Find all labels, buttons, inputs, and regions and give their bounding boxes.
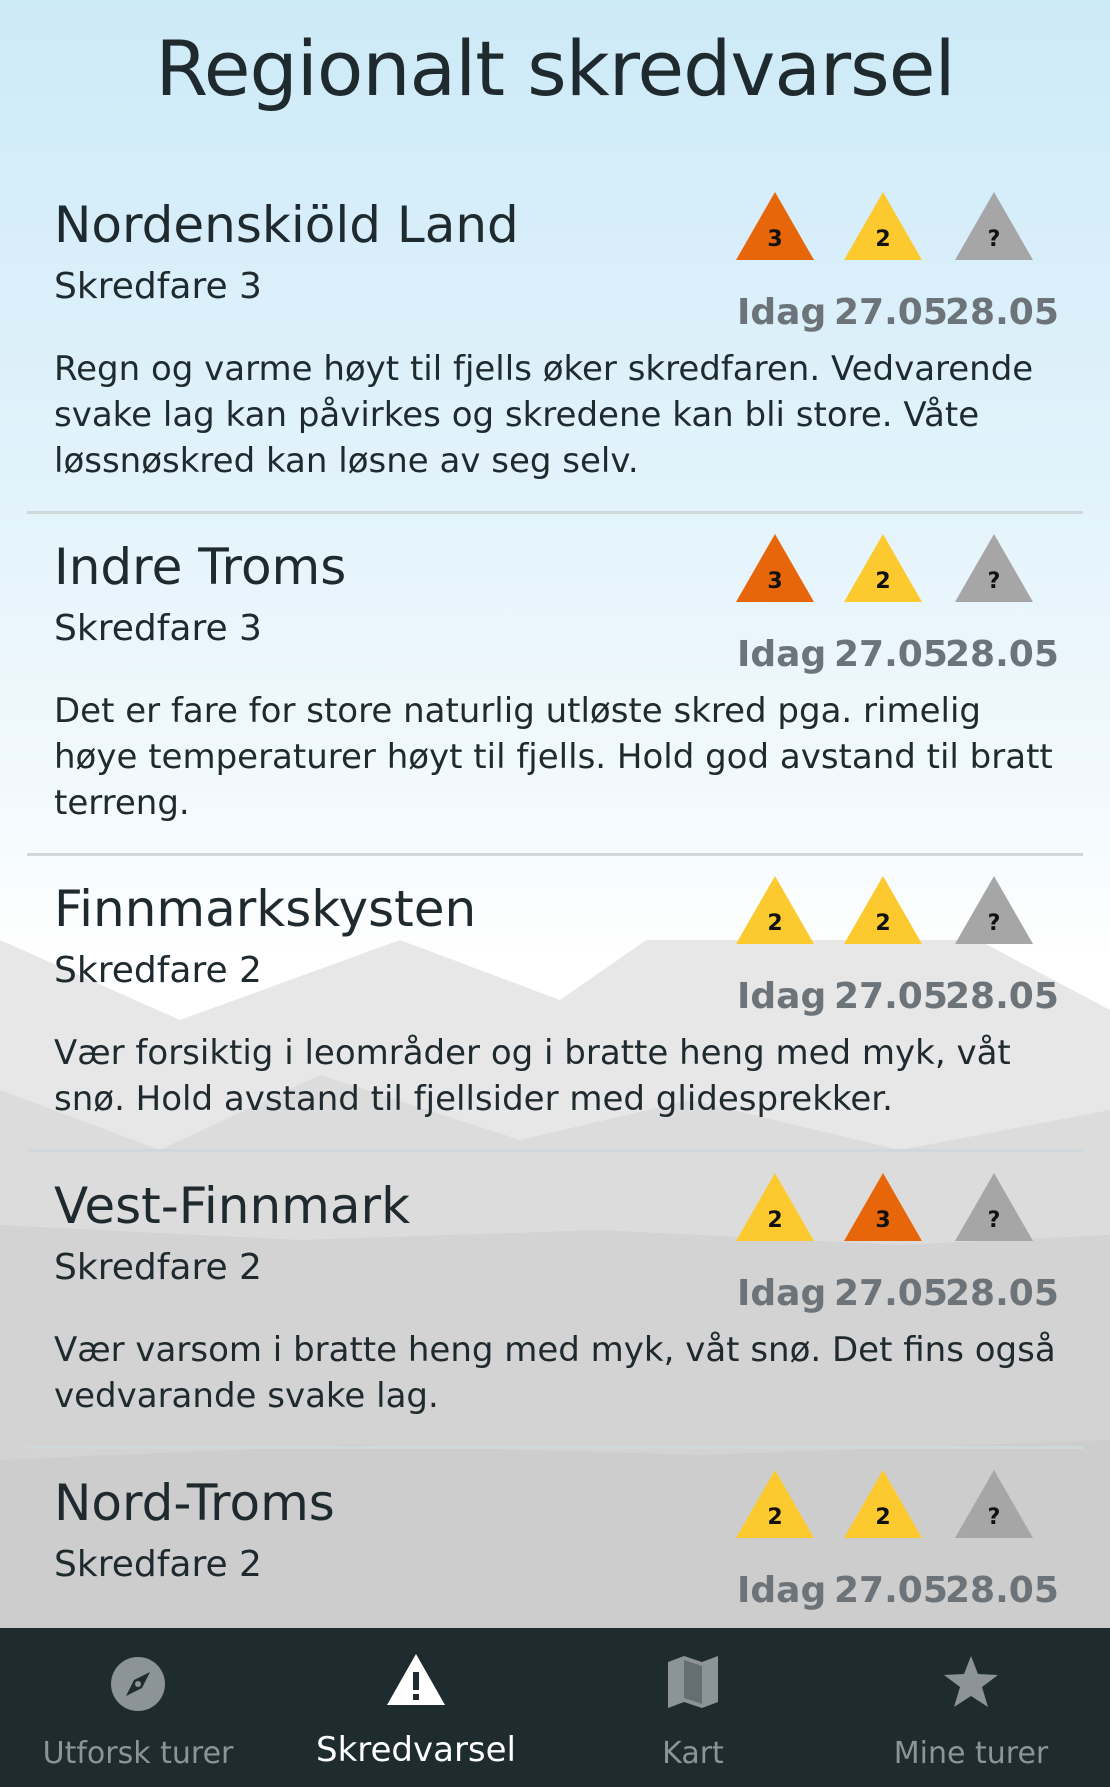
svg-text:?: ? bbox=[988, 227, 1001, 252]
nav-label: Utforsk turer bbox=[42, 1736, 234, 1771]
forecast-list[interactable]: Regionalt skredvarsel Nordenskiöld Land … bbox=[0, 0, 1110, 1628]
region-card[interactable]: Indre Troms Skredfare 3 3 2 ? Idag 27.05… bbox=[27, 534, 1083, 856]
divider bbox=[27, 853, 1083, 856]
day-label: 27.05 bbox=[834, 1273, 948, 1314]
warning-icon bbox=[281, 1650, 551, 1720]
danger-unknown-icon: ? bbox=[953, 190, 1035, 262]
danger-unknown-icon: ? bbox=[953, 1468, 1035, 1540]
nav-item-mine-turer[interactable]: Mine turer bbox=[836, 1628, 1106, 1787]
day-label-today: Idag bbox=[737, 1273, 827, 1314]
day-label-today: Idag bbox=[737, 1570, 827, 1611]
forecast-description: Vær forsiktig i leområder og i bratte he… bbox=[54, 1033, 1011, 1119]
nav-item-skredvarsel[interactable]: Skredvarsel bbox=[281, 1628, 551, 1787]
danger-level-2-icon: 2 bbox=[842, 532, 924, 604]
region-name: Nordenskiöld Land bbox=[54, 196, 519, 254]
day-label: 27.05 bbox=[834, 1570, 948, 1611]
bottom-navigation: Utforsk turer Skredvarsel Kart Mine ture… bbox=[0, 1628, 1110, 1787]
day-label: 28.05 bbox=[945, 634, 1059, 675]
day-label: 27.05 bbox=[834, 292, 948, 333]
svg-text:3: 3 bbox=[875, 1208, 890, 1233]
day-label: 27.05 bbox=[834, 976, 948, 1017]
svg-text:3: 3 bbox=[767, 227, 782, 252]
region-card[interactable]: Finnmarkskysten Skredfare 2 2 2 ? Idag 2… bbox=[27, 876, 1083, 1152]
danger-level-2-icon: 2 bbox=[734, 1468, 816, 1540]
danger-unknown-icon: ? bbox=[953, 532, 1035, 604]
day-label: 28.05 bbox=[945, 1570, 1059, 1611]
danger-unknown-icon: ? bbox=[953, 874, 1035, 946]
day-label: 28.05 bbox=[945, 1273, 1059, 1314]
region-name: Vest-Finnmark bbox=[54, 1177, 411, 1235]
svg-text:?: ? bbox=[988, 1208, 1001, 1233]
divider bbox=[27, 1149, 1083, 1152]
danger-level-label: Skredfare 3 bbox=[54, 608, 262, 649]
map-icon bbox=[558, 1650, 828, 1720]
region-name: Nord-Troms bbox=[54, 1474, 335, 1532]
divider bbox=[27, 1446, 1083, 1449]
nav-label: Skredvarsel bbox=[315, 1730, 516, 1770]
svg-text:2: 2 bbox=[875, 227, 890, 252]
danger-level-3-icon: 3 bbox=[734, 532, 816, 604]
danger-level-2-icon: 2 bbox=[842, 1468, 924, 1540]
region-card[interactable]: Nordenskiöld Land Skredfare 3 3 2 ? Idag… bbox=[27, 192, 1083, 514]
svg-text:?: ? bbox=[988, 911, 1001, 936]
region-name: Indre Troms bbox=[54, 538, 347, 596]
danger-level-label: Skredfare 3 bbox=[54, 266, 262, 307]
svg-text:2: 2 bbox=[767, 911, 782, 936]
day-label: 28.05 bbox=[945, 292, 1059, 333]
day-label-today: Idag bbox=[737, 634, 827, 675]
forecast-description: Det er fare for store naturlig utløste s… bbox=[54, 691, 1053, 823]
svg-text:?: ? bbox=[988, 1505, 1001, 1530]
svg-text:?: ? bbox=[988, 569, 1001, 594]
nav-label: Kart bbox=[662, 1736, 724, 1771]
danger-unknown-icon: ? bbox=[953, 1171, 1035, 1243]
forecast-description: Regn og varme høyt til fjells øker skred… bbox=[54, 349, 1034, 481]
day-label-today: Idag bbox=[737, 292, 827, 333]
compass-icon bbox=[3, 1650, 273, 1720]
svg-text:2: 2 bbox=[767, 1505, 782, 1530]
danger-level-3-icon: 3 bbox=[734, 190, 816, 262]
danger-level-label: Skredfare 2 bbox=[54, 1247, 262, 1288]
danger-level-2-icon: 2 bbox=[842, 190, 924, 262]
nav-label: Mine turer bbox=[893, 1736, 1049, 1771]
region-card[interactable]: Nord-Troms Skredfare 2 2 2 ? Idag 27.05 … bbox=[27, 1470, 1083, 1628]
page-title: Regionalt skredvarsel bbox=[155, 24, 955, 113]
app-screen: Regionalt skredvarsel Nordenskiöld Land … bbox=[0, 0, 1110, 1787]
day-label: 27.05 bbox=[834, 634, 948, 675]
svg-text:2: 2 bbox=[875, 569, 890, 594]
nav-item-kart[interactable]: Kart bbox=[558, 1628, 828, 1787]
danger-level-label: Skredfare 2 bbox=[54, 1544, 262, 1585]
divider bbox=[27, 511, 1083, 514]
danger-level-2-icon: 2 bbox=[734, 1171, 816, 1243]
svg-text:2: 2 bbox=[767, 1208, 782, 1233]
svg-text:2: 2 bbox=[875, 911, 890, 936]
danger-level-label: Skredfare 2 bbox=[54, 950, 262, 991]
day-label-today: Idag bbox=[737, 976, 827, 1017]
region-card[interactable]: Vest-Finnmark Skredfare 2 2 3 ? Idag 27.… bbox=[27, 1173, 1083, 1449]
svg-text:3: 3 bbox=[767, 569, 782, 594]
star-icon bbox=[836, 1650, 1106, 1720]
danger-level-2-icon: 2 bbox=[734, 874, 816, 946]
danger-level-3-icon: 3 bbox=[842, 1171, 924, 1243]
nav-item-utforsk-turer[interactable]: Utforsk turer bbox=[3, 1628, 273, 1787]
forecast-description: Vær varsom i bratte heng med myk, våt sn… bbox=[54, 1330, 1056, 1416]
danger-level-2-icon: 2 bbox=[842, 874, 924, 946]
day-label: 28.05 bbox=[945, 976, 1059, 1017]
region-name: Finnmarkskysten bbox=[54, 880, 477, 938]
svg-text:2: 2 bbox=[875, 1505, 890, 1530]
